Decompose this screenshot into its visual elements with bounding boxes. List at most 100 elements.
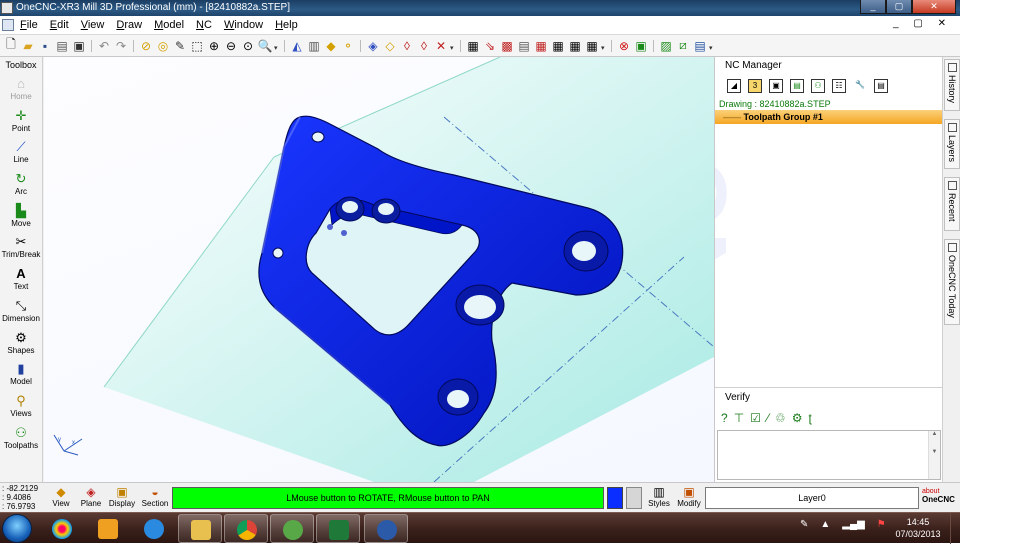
toolbox-trim-break[interactable]: ✂ Trim/Break xyxy=(0,231,42,263)
verify-scrollbar[interactable]: ▲ ▼ xyxy=(928,431,940,479)
menu-model[interactable]: Model xyxy=(154,19,184,31)
tree-drawing-node[interactable]: Drawing : 82410882a.STEP xyxy=(715,98,942,110)
toolbox-shapes[interactable]: ⚙ Shapes xyxy=(0,327,42,359)
shaded-view-icon[interactable]: ◭ xyxy=(289,38,305,54)
taskbar-app-chrome[interactable] xyxy=(224,514,268,543)
maximize-button[interactable]: ▢ xyxy=(886,0,912,14)
styles-button[interactable]: ▥ Styles xyxy=(646,485,672,508)
toolbar-overflow-icon[interactable]: ▾ xyxy=(709,38,715,54)
transform-icon[interactable]: ⧄ xyxy=(675,38,691,54)
display-button[interactable]: ▣ Display xyxy=(108,485,136,508)
section-button[interactable]: ◒ Section xyxy=(140,485,170,508)
toolbox-home[interactable]: ⌂ Home xyxy=(0,73,42,105)
menu-view[interactable]: View xyxy=(81,19,105,31)
zoom-out-icon[interactable]: ⊖ xyxy=(223,38,239,54)
tab-recent[interactable]: Recent xyxy=(944,177,960,231)
color-swatch-secondary[interactable] xyxy=(626,487,642,509)
start-button[interactable] xyxy=(2,514,32,543)
taskbar-app-explorer[interactable] xyxy=(178,514,222,543)
verify-check-icon[interactable]: ☑ xyxy=(750,411,761,425)
toolbox-model[interactable]: ▮ Model xyxy=(0,358,42,390)
save-icon[interactable]: ▪ xyxy=(37,38,53,54)
document-window-controls[interactable]: _ ▢ ✕ xyxy=(893,18,952,29)
minimize-button[interactable]: _ xyxy=(860,0,886,14)
solid-icon[interactable]: ◈ xyxy=(365,38,381,54)
cylinder-view-icon[interactable]: ▥ xyxy=(306,38,322,54)
redraw-icon[interactable]: ◎ xyxy=(155,38,171,54)
cancel-icon[interactable]: ⊘ xyxy=(138,38,154,54)
taskbar-app-paint[interactable] xyxy=(40,514,84,543)
window-list-icon[interactable]: ▤ xyxy=(692,38,708,54)
nc-stock-icon[interactable]: ▣ xyxy=(769,79,783,93)
nc-3d-icon[interactable]: 3 xyxy=(748,79,762,93)
layer-grid-icon[interactable]: ▩ xyxy=(499,38,515,54)
view-button[interactable]: ◆ View xyxy=(50,485,72,508)
tab-layers[interactable]: Layers xyxy=(944,119,960,169)
spheres-icon[interactable]: ⚬ xyxy=(340,38,356,54)
open-folder-icon[interactable]: ▰ xyxy=(20,38,36,54)
tree-toolpath-group[interactable]: Toolpath Group #1 xyxy=(715,110,942,124)
toolbox-arc[interactable]: ↻ Arc xyxy=(0,168,42,200)
layer-selector[interactable]: Layer0 xyxy=(705,487,919,509)
tab-history[interactable]: History xyxy=(944,59,960,111)
nc-toolpath-icon[interactable]: ⚇ xyxy=(811,79,825,93)
document-icon[interactable] xyxy=(2,19,14,31)
graphics-viewport[interactable]: y x xyxy=(44,57,714,482)
action-center-icon[interactable]: ✎ xyxy=(800,519,808,530)
toolbox-move[interactable]: ▙ Move xyxy=(0,200,42,232)
toolbar-overflow-icon[interactable]: ▾ xyxy=(274,38,280,54)
layers-icon[interactable]: ▤ xyxy=(516,38,532,54)
modify-button[interactable]: ▣ Modify xyxy=(675,485,703,508)
zoom-window-icon[interactable]: ⬚ xyxy=(189,38,205,54)
new-file-icon[interactable]: 🗋 xyxy=(3,37,19,54)
taskbar-clock[interactable]: 14:45 07/03/2013 xyxy=(890,516,946,540)
surface-icon[interactable]: ◇ xyxy=(382,38,398,54)
taskbar-app-excel[interactable] xyxy=(316,514,360,543)
toolbar-overflow-icon[interactable]: ▾ xyxy=(601,38,607,54)
cascade-icon[interactable]: ▦ xyxy=(584,38,600,54)
tile-icon[interactable]: ▦ xyxy=(533,38,549,54)
verify-tool-icon[interactable]: ⁄ xyxy=(767,411,769,425)
taskbar-app-messenger[interactable] xyxy=(270,514,314,543)
plane-button[interactable]: ◈ Plane xyxy=(78,485,104,508)
verify-step-icon[interactable]: ⊤ xyxy=(734,411,744,425)
grid-icon[interactable]: ▦ xyxy=(465,38,481,54)
menu-window[interactable]: Window xyxy=(224,19,263,31)
pencil-icon[interactable]: ✎ xyxy=(172,38,188,54)
box-view-icon[interactable]: ◆ xyxy=(323,38,339,54)
screen-icon[interactable]: ▣ xyxy=(633,38,649,54)
snap-icon[interactable]: ⇘ xyxy=(482,38,498,54)
toolbar-overflow-icon[interactable]: ▾ xyxy=(450,38,456,54)
zoom-in-icon[interactable]: ⊕ xyxy=(206,38,222,54)
nc-setup-icon[interactable]: ◢ xyxy=(727,79,741,93)
toolbox-text[interactable]: A Text xyxy=(0,263,42,295)
tab-onecnc-today[interactable]: OneCNC Today xyxy=(944,239,960,325)
nc-output-icon[interactable]: ▤ xyxy=(874,79,888,93)
taskbar-app-ie[interactable] xyxy=(132,514,176,543)
toolbox-line[interactable]: ⟋ Line xyxy=(0,136,42,168)
menu-nc[interactable]: NC xyxy=(196,19,212,31)
toolbox-views[interactable]: ⚲ Views xyxy=(0,390,42,422)
verify-recycle-icon[interactable]: ♲ xyxy=(775,411,786,425)
verify-settings-icon[interactable]: ⚙ xyxy=(792,411,803,425)
toolbox-point[interactable]: ✛ Point xyxy=(0,105,42,137)
tile-horizontal-icon[interactable]: ▦ xyxy=(567,38,583,54)
wire-icon[interactable]: ◊ xyxy=(399,38,415,54)
verify-help-icon[interactable]: ? xyxy=(721,411,728,425)
print-icon[interactable]: ▤ xyxy=(54,38,70,54)
menu-edit[interactable]: Edit xyxy=(50,19,69,31)
app-icon[interactable] xyxy=(1,2,13,14)
toolbox-dimension[interactable]: ⤡ Dimension xyxy=(0,295,42,327)
verify-info-icon[interactable]: ʈ xyxy=(808,411,811,425)
close-button[interactable]: ✕ xyxy=(912,0,956,14)
volume-icon[interactable]: ⚑ xyxy=(877,519,886,530)
verify-output-box[interactable]: ▲ ▼ xyxy=(717,430,941,480)
zoom-previous-icon[interactable]: 🔍 xyxy=(257,38,273,54)
menu-draw[interactable]: Draw xyxy=(116,19,142,31)
mesh-icon[interactable]: ◊ xyxy=(416,38,432,54)
menu-help[interactable]: Help xyxy=(275,19,298,31)
show-hidden-icons-icon[interactable]: ▲ xyxy=(820,519,830,530)
menu-file[interactable]: File xyxy=(20,19,38,31)
color-swatch-current[interactable] xyxy=(607,487,623,509)
zoom-all-icon[interactable]: ⊙ xyxy=(240,38,256,54)
